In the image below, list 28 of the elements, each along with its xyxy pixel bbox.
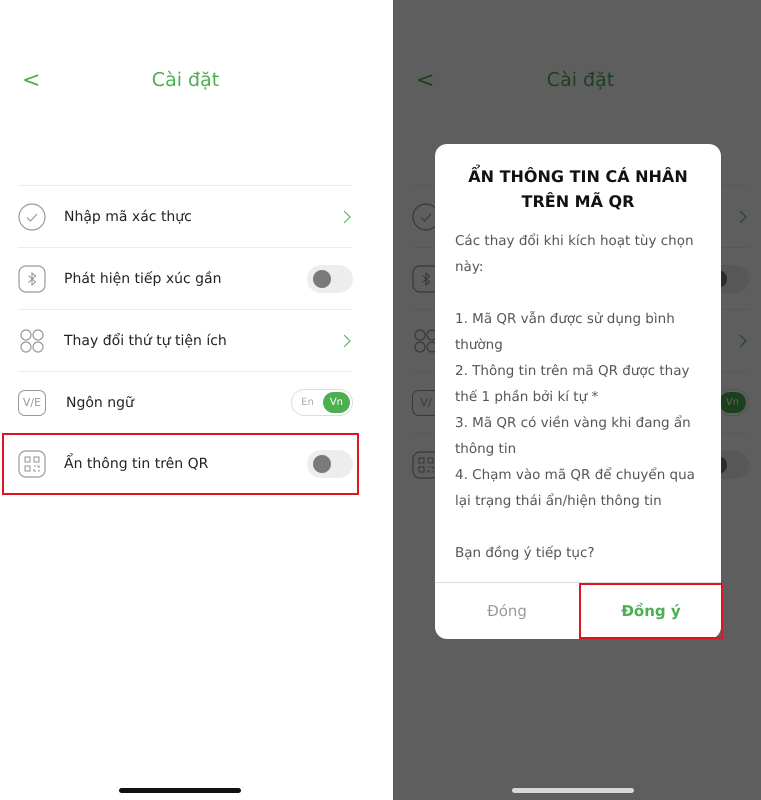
bluetooth-icon <box>18 264 46 292</box>
four-circles-icon <box>18 326 46 354</box>
dialog-question: Bạn đồng ý tiếp tục? <box>455 544 596 563</box>
checkmark-circle-icon <box>18 202 46 230</box>
dialog-list-item: 2. Thông tin trên mã QR được thay thế 1 phần bởi kí tự * <box>455 362 690 407</box>
chevron-right-icon[interactable] <box>343 334 351 348</box>
setting-label: Phát hiện tiếp xúc gần <box>64 270 222 286</box>
language-option[interactable]: En <box>294 392 321 413</box>
back-button[interactable]: < <box>18 68 44 92</box>
toggle-switch[interactable] <box>307 264 353 292</box>
setting-label: Ngôn ngữ <box>66 394 134 410</box>
toggle-switch[interactable] <box>307 450 353 478</box>
setting-label: Nhập mã xác thực <box>64 208 192 224</box>
dialog-title: ẨN THÔNG TIN CÁ NHÂN TRÊN MÃ QR <box>435 144 721 214</box>
confirm-button[interactable]: Đồng ý <box>579 583 723 639</box>
qr-code-icon <box>18 450 46 478</box>
screen-title: Cài đặt <box>152 69 220 91</box>
back-button[interactable]: < <box>412 68 438 92</box>
language-option[interactable]: Vn <box>322 392 350 413</box>
close-button[interactable]: Đóng <box>435 583 579 639</box>
chevron-right-icon[interactable] <box>343 210 351 224</box>
dialog-list-item: 3. Mã QR có viền vàng khi đang ẩn thông tin <box>455 414 692 459</box>
dialog-text: Các thay đổi khi kích hoạt tùy chọn này: <box>455 232 695 277</box>
setting-label: Thay đổi thứ tự tiện ích <box>64 332 227 348</box>
language-icon: V/E <box>18 390 46 416</box>
dialog-list-item: 1. Mã QR vẫn được sử dụng bình thường <box>455 310 676 355</box>
dialog-list-item: 4. Chạm vào mã QR để chuyển qua lại trạng thái ẩn/hiện thông tin <box>455 466 696 511</box>
screen-title: Cài đặt <box>546 69 614 91</box>
